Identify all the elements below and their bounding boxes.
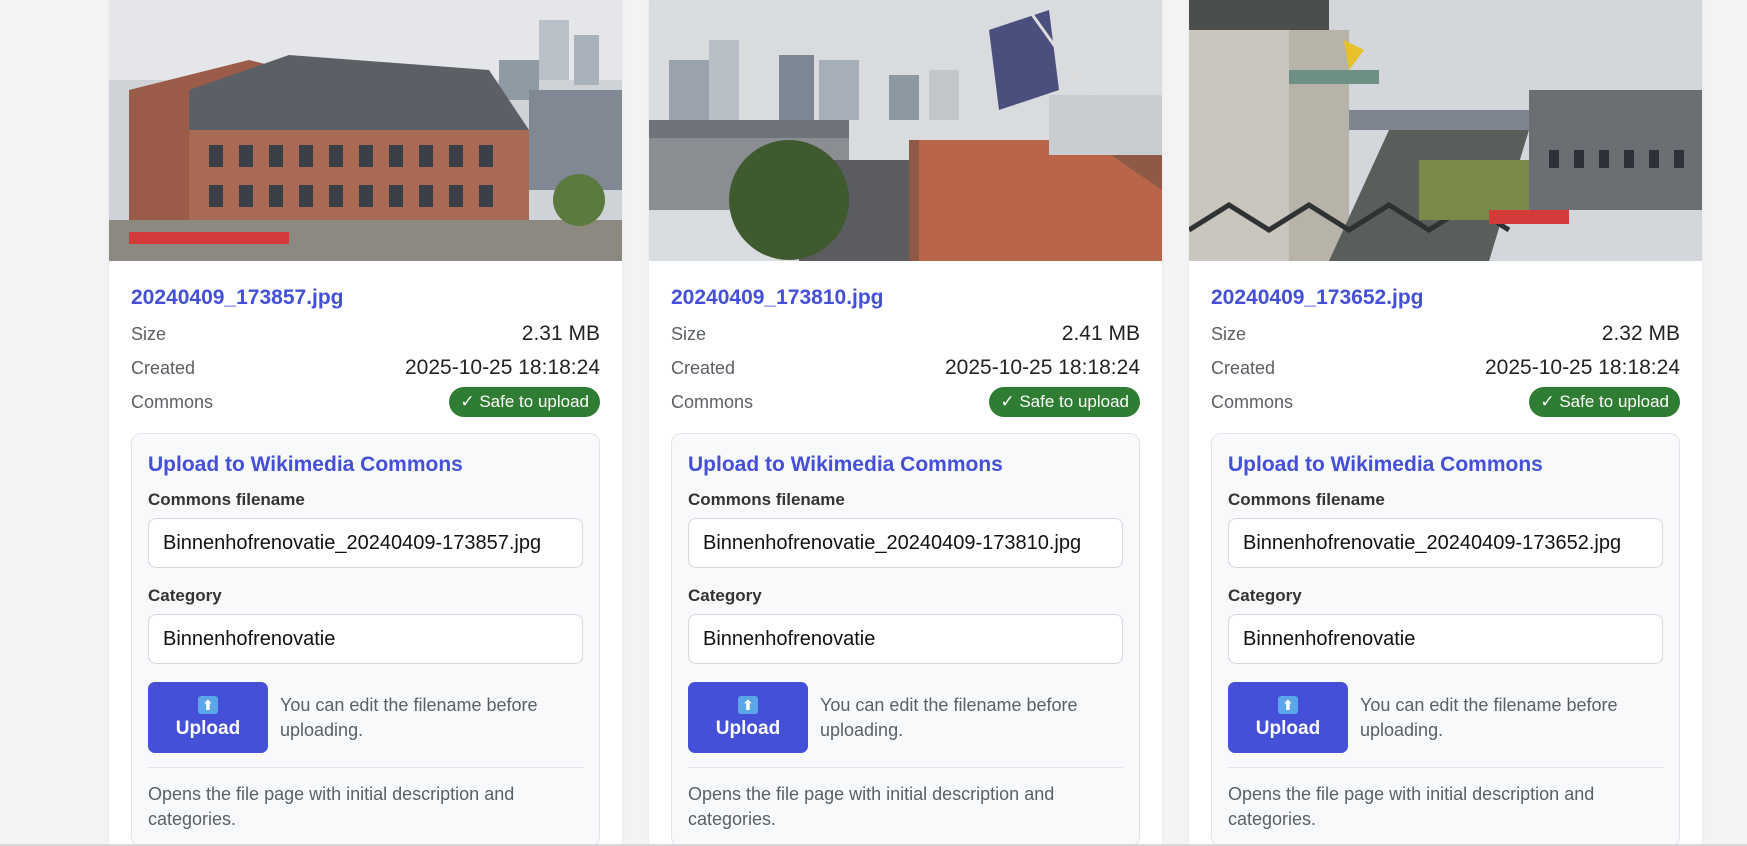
upload-arrow-icon: ⬆	[198, 695, 218, 714]
size-row: Size 2.31 MB	[131, 317, 600, 351]
size-row: Size 2.32 MB	[1211, 317, 1680, 351]
commons-filename-label: Commons filename	[688, 490, 845, 509]
created-label: Created	[671, 357, 736, 378]
file-info: 20240409_173810.jpg Size 2.41 MB Created…	[649, 261, 1162, 419]
upload-row: ⬆ Upload You can edit the filename befor…	[688, 682, 1123, 768]
upload-row: ⬆ Upload You can edit the filename befor…	[148, 682, 583, 768]
category-input[interactable]	[1228, 614, 1663, 664]
photo-thumbnail[interactable]	[649, 0, 1162, 261]
safe-to-upload-badge: ✓ Safe to upload	[989, 387, 1140, 417]
edit-filename-hint: You can edit the filename before uploadi…	[280, 695, 538, 740]
upload-title: Upload to Wikimedia Commons	[1228, 453, 1543, 476]
upload-button[interactable]: ⬆ Upload	[688, 682, 808, 753]
photo-card: 20240409_173857.jpg Size 2.31 MB Created…	[109, 0, 622, 844]
edit-filename-hint: You can edit the filename before uploadi…	[1360, 695, 1618, 740]
safe-to-upload-badge: ✓ Safe to upload	[449, 387, 600, 417]
upload-title: Upload to Wikimedia Commons	[148, 453, 463, 476]
upload-footnote: Opens the file page with initial descrip…	[1228, 784, 1595, 829]
photo-card: 20240409_173652.jpg Size 2.32 MB Created…	[1189, 0, 1702, 844]
commons-filename-input[interactable]	[1228, 518, 1663, 568]
size-value: 2.41 MB	[1061, 322, 1140, 345]
category-label: Category	[1228, 586, 1302, 605]
created-label: Created	[1211, 357, 1276, 378]
created-row: Created 2025-10-25 18:18:24	[1211, 351, 1680, 385]
upload-panel: Upload to Wikimedia Commons Commons file…	[131, 433, 600, 844]
photo-thumbnail[interactable]	[109, 0, 622, 261]
upload-panel: Upload to Wikimedia Commons Commons file…	[671, 433, 1140, 844]
category-label: Category	[688, 586, 762, 605]
file-name-link[interactable]: 20240409_173810.jpg	[671, 285, 1140, 311]
size-label: Size	[671, 323, 707, 344]
size-label: Size	[1211, 323, 1247, 344]
upload-button-label: Upload	[175, 717, 241, 739]
file-name-link[interactable]: 20240409_173652.jpg	[1211, 285, 1680, 311]
created-value: 2025-10-25 18:18:24	[1485, 356, 1680, 379]
commons-row: Commons ✓ Safe to upload	[131, 385, 600, 419]
created-value: 2025-10-25 18:18:24	[945, 356, 1140, 379]
photo-card: 20240409_173810.jpg Size 2.41 MB Created…	[649, 0, 1162, 844]
file-name-link[interactable]: 20240409_173857.jpg	[131, 285, 600, 311]
upload-button-label: Upload	[1255, 717, 1321, 739]
created-label: Created	[131, 357, 196, 378]
upload-title: Upload to Wikimedia Commons	[688, 453, 1003, 476]
commons-filename-input[interactable]	[688, 518, 1123, 568]
commons-label: Commons	[131, 391, 214, 412]
upload-row: ⬆ Upload You can edit the filename befor…	[1228, 682, 1663, 768]
upload-button[interactable]: ⬆ Upload	[1228, 682, 1348, 753]
size-row: Size 2.41 MB	[671, 317, 1140, 351]
size-value: 2.32 MB	[1601, 322, 1680, 345]
size-value: 2.31 MB	[521, 322, 600, 345]
commons-filename-label: Commons filename	[148, 490, 305, 509]
commons-label: Commons	[671, 391, 754, 412]
category-input[interactable]	[148, 614, 583, 664]
upload-panel: Upload to Wikimedia Commons Commons file…	[1211, 433, 1680, 844]
upload-arrow-icon: ⬆	[738, 695, 758, 714]
upload-footnote: Opens the file page with initial descrip…	[148, 784, 515, 829]
created-row: Created 2025-10-25 18:18:24	[671, 351, 1140, 385]
file-info: 20240409_173652.jpg Size 2.32 MB Created…	[1189, 261, 1702, 419]
commons-label: Commons	[1211, 391, 1294, 412]
photo-grid: 20240409_173857.jpg Size 2.31 MB Created…	[109, 0, 1702, 844]
upload-footnote: Opens the file page with initial descrip…	[688, 784, 1055, 829]
commons-filename-input[interactable]	[148, 518, 583, 568]
commons-filename-label: Commons filename	[1228, 490, 1385, 509]
file-info: 20240409_173857.jpg Size 2.31 MB Created…	[109, 261, 622, 419]
photo-grid-page: 20240409_173857.jpg Size 2.31 MB Created…	[0, 0, 1747, 846]
photo-thumbnail[interactable]	[1189, 0, 1702, 261]
category-input[interactable]	[688, 614, 1123, 664]
upload-arrow-icon: ⬆	[1278, 695, 1298, 714]
upload-button[interactable]: ⬆ Upload	[148, 682, 268, 753]
created-value: 2025-10-25 18:18:24	[405, 356, 600, 379]
commons-row: Commons ✓ Safe to upload	[1211, 385, 1680, 419]
size-label: Size	[131, 323, 167, 344]
commons-row: Commons ✓ Safe to upload	[671, 385, 1140, 419]
safe-to-upload-badge: ✓ Safe to upload	[1529, 387, 1680, 417]
upload-button-label: Upload	[715, 717, 781, 739]
category-label: Category	[148, 586, 222, 605]
created-row: Created 2025-10-25 18:18:24	[131, 351, 600, 385]
edit-filename-hint: You can edit the filename before uploadi…	[820, 695, 1078, 740]
